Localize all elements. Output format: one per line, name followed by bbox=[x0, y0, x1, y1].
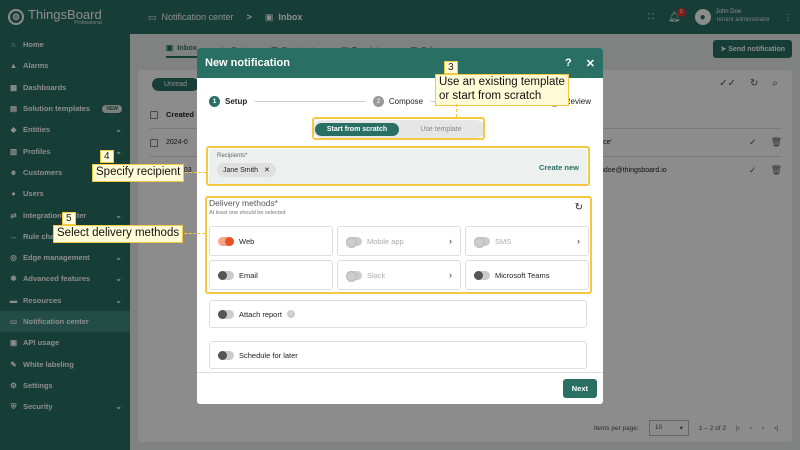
schedule-option[interactable]: Schedule for later bbox=[209, 341, 587, 369]
step-number: 2 bbox=[372, 96, 384, 107]
help-icon[interactable]: ? bbox=[565, 57, 572, 70]
attach-report-option[interactable]: Attach report i bbox=[209, 300, 587, 328]
mode-highlight bbox=[312, 117, 485, 140]
callout-5: Select delivery methods bbox=[53, 225, 184, 243]
callout-4-leader bbox=[185, 172, 206, 173]
schedule-label: Schedule for later bbox=[239, 350, 298, 360]
callout-3-leader bbox=[456, 104, 457, 117]
schedule-toggle[interactable] bbox=[218, 350, 234, 360]
callout-4-number: 4 bbox=[100, 150, 114, 163]
callout-5-leader bbox=[184, 233, 205, 234]
callout-3-number: 3 bbox=[444, 61, 458, 74]
dialog-title: New notification bbox=[205, 57, 290, 69]
step-compose[interactable]: 2 Compose bbox=[372, 96, 424, 107]
attach-report-toggle[interactable] bbox=[218, 309, 234, 319]
close-icon[interactable]: ✕ bbox=[586, 57, 595, 70]
dialog-footer: Next bbox=[197, 372, 603, 404]
recipients-highlight bbox=[206, 146, 590, 186]
step-connector bbox=[255, 101, 365, 102]
callout-3-line1: Use an existing template bbox=[439, 76, 565, 88]
step-number: 1 bbox=[209, 96, 220, 107]
callout-5-number: 5 bbox=[62, 212, 76, 225]
callout-4: Specify recipient bbox=[92, 164, 185, 182]
step-label: Compose bbox=[388, 97, 424, 106]
attach-report-label: Attach report bbox=[239, 309, 282, 319]
step-setup[interactable]: 1 Setup bbox=[209, 96, 247, 107]
info-icon[interactable]: i bbox=[286, 310, 295, 318]
next-button[interactable]: Next bbox=[562, 379, 597, 398]
step-label: Setup bbox=[225, 97, 248, 106]
callout-3: Use an existing template or start from s… bbox=[435, 74, 569, 106]
delivery-highlight bbox=[205, 196, 592, 294]
callout-3-line2: or start from scratch bbox=[439, 89, 542, 102]
